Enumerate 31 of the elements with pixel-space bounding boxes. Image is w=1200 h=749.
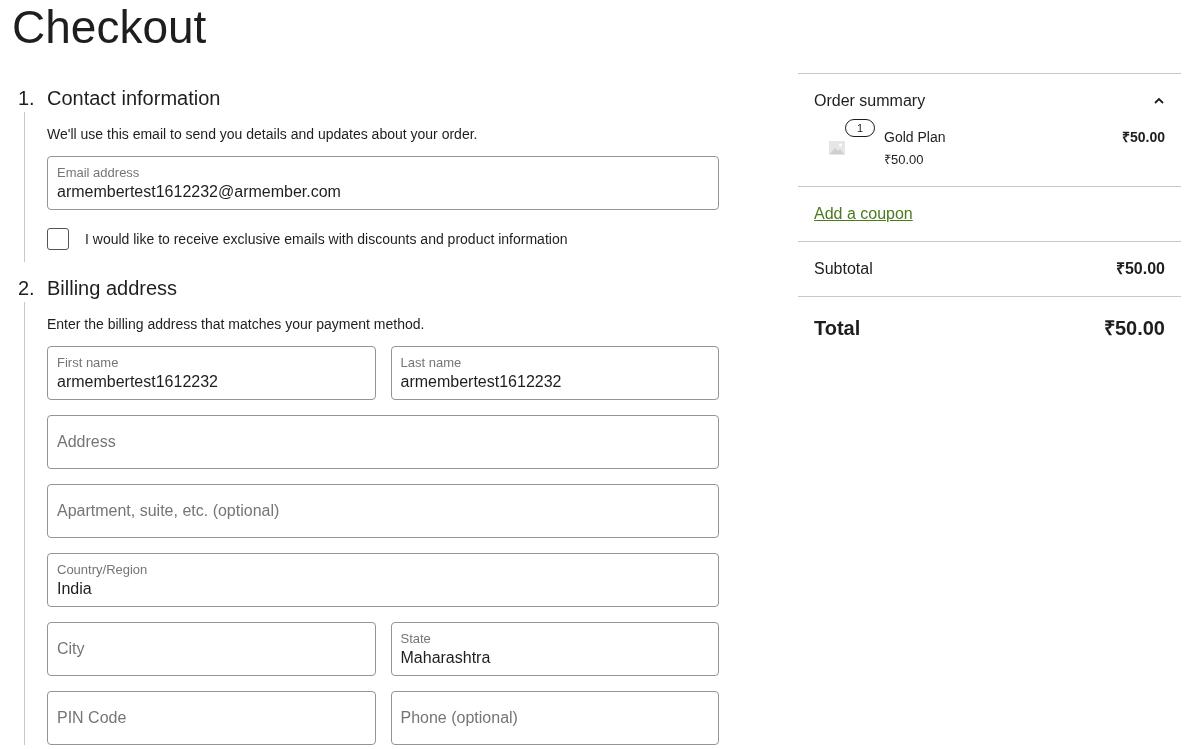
subtotal-amount: ₹50.00	[1115, 259, 1165, 279]
page-title: Checkout	[12, 0, 208, 54]
line-total: ₹50.00	[1121, 128, 1165, 147]
total-amount: ₹50.00	[1103, 316, 1165, 341]
input-field[interactable]: State Maharashtra	[390, 622, 719, 676]
section-heading: Contact information	[47, 86, 221, 111]
section-description: We'll use this email to send you details and updates about your order.	[47, 125, 479, 144]
quantity-badge: 1	[845, 119, 876, 137]
checkbox[interactable]	[47, 228, 69, 250]
input-field[interactable]: Phone (optional)	[390, 691, 719, 745]
caret-icon[interactable]	[1153, 97, 1165, 105]
input-field[interactable]: Apartment, suite, etc. (optional)	[47, 484, 719, 538]
product-price: ₹50.00	[884, 151, 925, 169]
section-heading: Billing address	[47, 276, 178, 301]
input-field[interactable]: First name armembertest1612232	[47, 346, 376, 400]
product-name: Gold Plan	[884, 128, 946, 147]
checkbox-label: I would like to receive exclusive emails with discounts and product information	[85, 230, 568, 249]
input-field[interactable]: Email address armembertest1612232@armember.com	[47, 156, 719, 210]
input-field[interactable]: PIN Code	[47, 691, 376, 745]
coupon-link[interactable]: Add a coupon	[814, 204, 913, 224]
subtotal-label: Subtotal	[814, 259, 873, 279]
input-field[interactable]: City	[47, 622, 376, 676]
step-number: 2.	[18, 276, 36, 301]
image-icon	[829, 141, 845, 155]
section-description: Enter the billing address that matches your payment method.	[47, 315, 426, 334]
order-summary-title: Order summary	[814, 91, 926, 111]
total-label: Total	[814, 316, 861, 341]
step-number: 1.	[18, 86, 36, 111]
input-field[interactable]: Last name armembertest1612232	[390, 346, 719, 400]
input-field[interactable]: Address	[47, 415, 719, 469]
input-field[interactable]: Country/Region India	[47, 553, 719, 607]
